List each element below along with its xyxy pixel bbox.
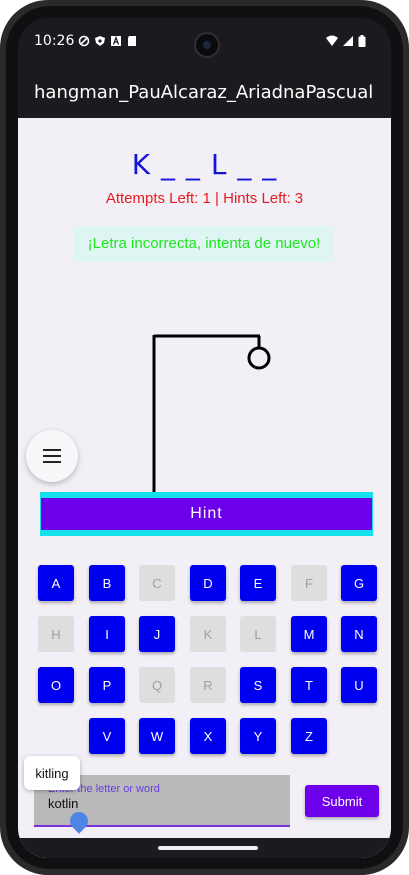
key-h: H (38, 616, 74, 652)
text-a-icon (111, 35, 121, 46)
vpn-icon (78, 35, 90, 47)
word-display: K _ _ L _ _ (131, 148, 278, 181)
key-w[interactable]: W (139, 718, 175, 754)
shield-icon (95, 36, 105, 46)
key-k: K (190, 616, 226, 652)
key-g[interactable]: G (341, 565, 377, 601)
key-t[interactable]: T (291, 667, 327, 703)
key-y[interactable]: Y (240, 718, 276, 754)
status-time: 10:26 (34, 33, 75, 49)
hangman-drawing (100, 334, 271, 505)
navigation-bar (18, 838, 391, 858)
key-o[interactable]: O (38, 667, 74, 703)
hint-button[interactable]: Hint (41, 498, 372, 530)
menu-button[interactable] (26, 430, 78, 482)
menu-icon (43, 449, 61, 463)
key-u[interactable]: U (341, 667, 377, 703)
key-z[interactable]: Z (291, 718, 327, 754)
key-f: F (291, 565, 327, 601)
submit-button[interactable]: Submit (305, 785, 379, 817)
feedback-message: ¡Letra incorrecta, intenta de nuevo! (74, 226, 334, 262)
wifi-icon (326, 35, 338, 46)
key-x[interactable]: X (190, 718, 226, 754)
key-i[interactable]: I (89, 616, 125, 652)
attempts-hints-text: Attempts Left: 1 | Hints Left: 3 (105, 190, 304, 207)
key-j[interactable]: J (139, 616, 175, 652)
key-n[interactable]: N (341, 616, 377, 652)
app-title: hangman_PauAlcaraz_AriadnaPascual (34, 82, 374, 103)
sd-card-icon (128, 36, 136, 46)
signal-icon (343, 36, 353, 46)
game-content: K _ _ L _ _ Attempts Left: 1 | Hints Lef… (18, 118, 391, 858)
key-e[interactable]: E (240, 565, 276, 601)
home-indicator[interactable] (158, 846, 258, 850)
key-b[interactable]: B (89, 565, 125, 601)
key-l: L (240, 616, 276, 652)
battery-icon (358, 35, 366, 47)
key-p[interactable]: P (89, 667, 125, 703)
status-bar: 10:26 (18, 18, 391, 66)
key-m[interactable]: M (291, 616, 327, 652)
key-q: Q (139, 667, 175, 703)
key-v[interactable]: V (89, 718, 125, 754)
guess-input-value[interactable]: kotlin (48, 796, 78, 811)
app-bar: hangman_PauAlcaraz_AriadnaPascual (18, 66, 391, 118)
key-s[interactable]: S (240, 667, 276, 703)
key-d[interactable]: D (190, 565, 226, 601)
key-c: C (139, 565, 175, 601)
autocomplete-suggestion[interactable]: kitling (24, 756, 80, 790)
device-screen: 10:26 hangman_PauAlcaraz_AriadnaPascual … (18, 18, 391, 858)
key-r: R (190, 667, 226, 703)
hint-button-container: Hint (40, 492, 373, 536)
hangman-head (247, 346, 271, 370)
key-a[interactable]: A (38, 565, 74, 601)
front-camera (194, 32, 220, 58)
